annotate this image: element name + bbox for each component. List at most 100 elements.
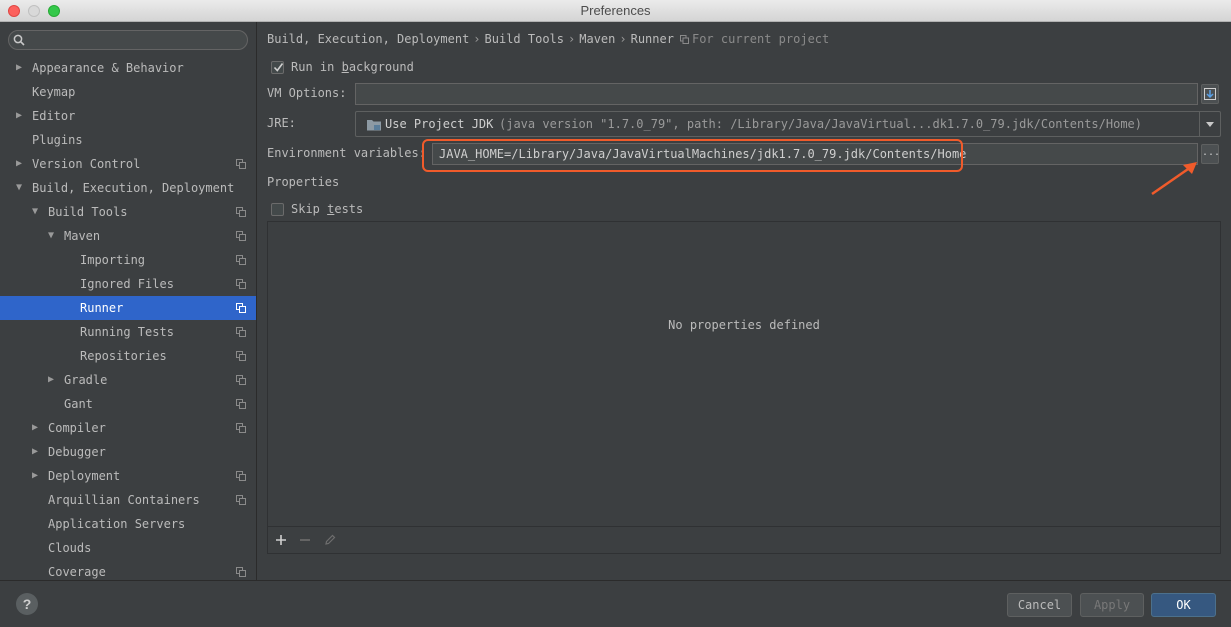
sidebar-item-ignored-files[interactable]: Ignored Files <box>0 272 256 296</box>
run-in-background-checkbox[interactable] <box>271 61 284 74</box>
sidebar-item-label: Runner <box>80 301 124 315</box>
highlight-annotation <box>422 139 963 172</box>
sidebar-item-label: Deployment <box>48 469 121 483</box>
sidebar-item-label: Ignored Files <box>80 277 174 291</box>
project-scope-icon <box>236 567 246 577</box>
vm-options-input[interactable] <box>355 83 1198 105</box>
project-scope-icon <box>236 471 246 481</box>
sidebar-item-version-control[interactable]: ▶ Version Control <box>0 152 256 176</box>
sidebar-item-debugger[interactable]: ▶ Debugger <box>0 440 256 464</box>
project-scope-icon <box>236 303 246 313</box>
project-scope-icon <box>236 279 246 289</box>
window-title: Preferences <box>580 3 651 18</box>
project-scope-icon <box>236 375 246 385</box>
sidebar-item-label: Compiler <box>48 421 106 435</box>
sidebar-item-label: Gant <box>64 397 93 411</box>
sidebar-item-editor[interactable]: ▶ Editor <box>0 104 256 128</box>
sidebar-item-plugins[interactable]: Plugins <box>0 128 256 152</box>
ok-button[interactable]: OK <box>1151 593 1216 617</box>
collapsed-arrow-icon[interactable]: ▶ <box>32 440 42 464</box>
expanded-arrow-icon[interactable]: ▼ <box>48 224 58 248</box>
chevron-down-icon <box>1206 122 1214 127</box>
environment-variables-label: Environment variables: <box>267 146 426 160</box>
empty-state-text: No properties defined <box>668 318 820 332</box>
sidebar-item-label: Importing <box>80 253 146 267</box>
breadcrumb-item: Runner <box>630 32 674 46</box>
mnemonic-letter: b <box>341 60 349 74</box>
properties-heading: Properties <box>267 175 340 189</box>
skip-tests-label[interactable]: Skip tests <box>291 202 363 216</box>
sidebar-item-label: Keymap <box>32 85 76 99</box>
project-scope-icon <box>236 255 246 265</box>
sidebar-item-runner[interactable]: Runner <box>0 296 256 320</box>
search-input[interactable] <box>8 30 248 50</box>
project-scope-icon <box>236 207 246 217</box>
project-scope-icon <box>236 495 246 505</box>
sidebar-item-label: Build Tools <box>48 205 128 219</box>
sidebar-item-label: Debugger <box>48 445 106 459</box>
sidebar-item-appearance-behavior[interactable]: ▶ Appearance & Behavior <box>0 56 256 80</box>
add-icon[interactable] <box>274 533 288 547</box>
jre-select[interactable]: Use Project JDK (java version "1.7.0_79"… <box>355 111 1221 137</box>
breadcrumb-item: Build, Execution, Deployment <box>267 32 470 46</box>
sidebar-item-arquillian-containers[interactable]: Arquillian Containers <box>0 488 256 512</box>
cancel-button[interactable]: Cancel <box>1007 593 1072 617</box>
dialog-footer: ? Cancel Apply OK <box>0 580 1231 627</box>
checkmark-icon <box>273 63 284 72</box>
sidebar-item-importing[interactable]: Importing <box>0 248 256 272</box>
sidebar-item-label: Running Tests <box>80 325 174 339</box>
collapsed-arrow-icon[interactable]: ▶ <box>16 56 26 80</box>
sidebar-item-gradle[interactable]: ▶ Gradle <box>0 368 256 392</box>
sidebar-item-label: Version Control <box>32 157 141 171</box>
collapsed-arrow-icon[interactable]: ▶ <box>16 152 26 176</box>
sidebar-item-repositories[interactable]: Repositories <box>0 344 256 368</box>
sidebar-item-build-execution-deployment[interactable]: ▼ Build, Execution, Deployment <box>0 176 256 200</box>
sidebar-item-label: Appearance & Behavior <box>32 61 184 75</box>
sidebar-item-keymap[interactable]: Keymap <box>0 80 256 104</box>
expanded-arrow-icon[interactable]: ▼ <box>16 176 26 200</box>
skip-tests-checkbox[interactable] <box>271 203 284 216</box>
expanded-arrow-icon[interactable]: ▼ <box>32 200 42 224</box>
collapsed-arrow-icon[interactable]: ▶ <box>32 464 42 488</box>
sidebar-item-gant[interactable]: Gant <box>0 392 256 416</box>
sidebar-item-label: Application Servers <box>48 517 186 531</box>
breadcrumb-item: Build Tools <box>484 32 565 46</box>
properties-table[interactable]: No properties defined <box>267 221 1221 554</box>
project-scope-icon <box>236 351 246 361</box>
sidebar-item-coverage[interactable]: Coverage <box>0 560 256 580</box>
sidebar-item-build-tools[interactable]: ▼ Build Tools <box>0 200 256 224</box>
jre-label: JRE: <box>267 116 296 130</box>
collapsed-arrow-icon[interactable]: ▶ <box>32 416 42 440</box>
collapsed-arrow-icon[interactable]: ▶ <box>48 368 58 392</box>
sidebar-item-label: Clouds <box>48 541 92 555</box>
project-scope-icon <box>236 327 246 337</box>
scope-indicator: For current project <box>679 32 829 46</box>
project-scope-icon <box>679 35 689 44</box>
sidebar-item-clouds[interactable]: Clouds <box>0 536 256 560</box>
sidebar-item-label: Arquillian Containers <box>48 493 200 507</box>
sidebar-item-maven[interactable]: ▼ Maven <box>0 224 256 248</box>
edit-pencil-icon[interactable] <box>323 533 337 547</box>
sidebar-item-label: Plugins <box>32 133 83 147</box>
remove-icon[interactable] <box>298 533 312 547</box>
jre-value: Use Project JDK <box>385 117 494 131</box>
sidebar-item-label: Gradle <box>64 373 108 387</box>
apply-button[interactable]: Apply <box>1080 593 1144 617</box>
sidebar-item-label: Editor <box>32 109 76 123</box>
help-button[interactable]: ? <box>16 593 38 615</box>
sidebar-item-label: Coverage <box>48 565 106 579</box>
expand-vm-options-button[interactable] <box>1201 84 1219 104</box>
jre-dropdown-toggle[interactable] <box>1199 112 1220 136</box>
collapsed-arrow-icon[interactable]: ▶ <box>16 104 26 128</box>
sidebar-item-compiler[interactable]: ▶ Compiler <box>0 416 256 440</box>
project-scope-icon <box>236 231 246 241</box>
sidebar-item-running-tests[interactable]: Running Tests <box>0 320 256 344</box>
sidebar-item-label: Repositories <box>80 349 167 363</box>
sidebar-item-application-servers[interactable]: Application Servers <box>0 512 256 536</box>
sidebar-item-deployment[interactable]: ▶ Deployment <box>0 464 256 488</box>
sidebar-item-label: Build, Execution, Deployment <box>32 181 235 195</box>
run-in-background-label[interactable]: Run in background <box>291 60 414 74</box>
settings-tree: ▶ Appearance & Behavior Keymap ▶ Editor Plugi… <box>0 56 256 580</box>
breadcrumb-separator: › <box>568 32 576 46</box>
project-scope-icon <box>236 159 246 169</box>
